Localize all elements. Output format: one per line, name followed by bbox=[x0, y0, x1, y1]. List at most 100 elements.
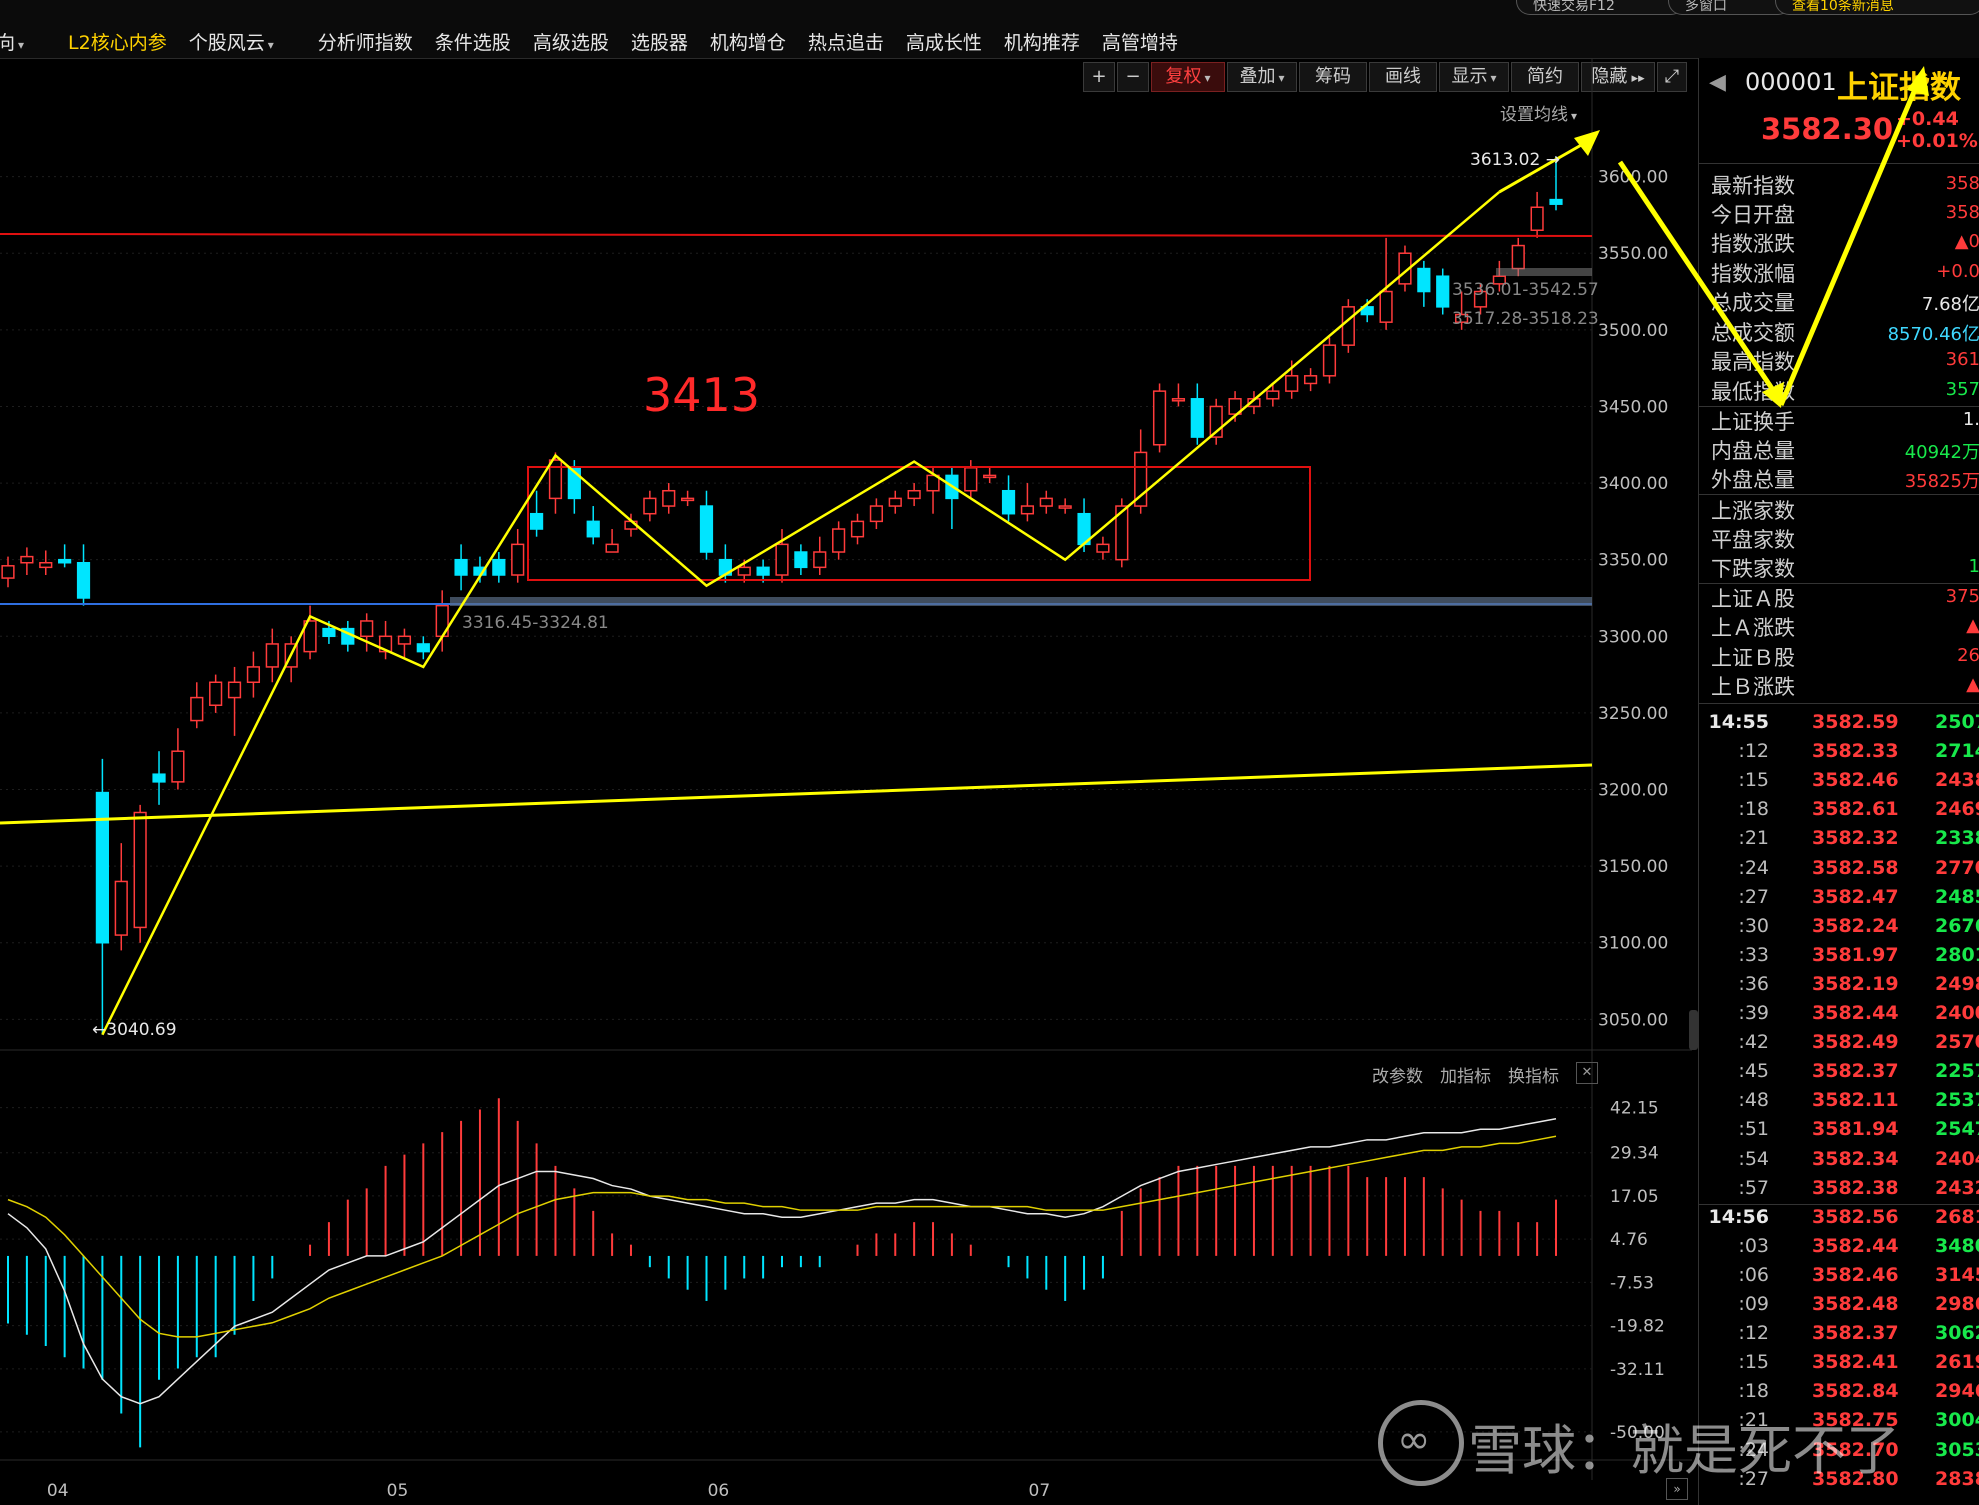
tick-time: :15 bbox=[1738, 1351, 1769, 1374]
indicator-tick-label: 17.05 bbox=[1610, 1187, 1659, 1207]
candle-down bbox=[322, 627, 336, 638]
candle-down bbox=[1001, 489, 1016, 515]
price-tick-label: 3500.00 bbox=[1598, 321, 1668, 341]
candle-up bbox=[1303, 375, 1318, 385]
tick-row: :12 3582.37 3062 bbox=[1699, 1322, 1979, 1351]
tick-price: 3582.49 bbox=[1812, 1031, 1899, 1054]
tick-time: :42 bbox=[1738, 1031, 1769, 1054]
stat-value: 1 bbox=[1968, 556, 1979, 577]
tick-volume: 3145 bbox=[1935, 1263, 1979, 1286]
tick-volume: 2404 bbox=[1935, 1147, 1979, 1170]
candle-up bbox=[1058, 505, 1072, 509]
stat-value: 40942万 bbox=[1904, 442, 1979, 463]
news-notification-button[interactable]: 查看10条新消息 bbox=[1775, 0, 1979, 15]
tick-price: 3582.19 bbox=[1812, 972, 1899, 995]
candle-down bbox=[76, 561, 91, 599]
tick-volume: 2432 bbox=[1935, 1176, 1979, 1199]
stat-value: ▲0 bbox=[1954, 231, 1979, 252]
stock-name: 上证指数 bbox=[1837, 70, 1961, 106]
tick-price: 3582.44 bbox=[1812, 1002, 1899, 1024]
switch-indicator-button[interactable]: 换指标 bbox=[1508, 1062, 1559, 1087]
indicator-tick-label: 4.76 bbox=[1610, 1230, 1648, 1250]
stat-label: 上证Ａ股 bbox=[1711, 587, 1795, 611]
candle-down bbox=[1436, 275, 1450, 308]
tick-time: :24 bbox=[1738, 856, 1769, 879]
candle-up bbox=[1285, 375, 1299, 392]
stat-value: 357 bbox=[1945, 379, 1979, 400]
candle-up bbox=[511, 543, 525, 576]
candle-up bbox=[643, 497, 657, 515]
candle-up bbox=[1096, 543, 1110, 553]
tick-price: 3582.59 bbox=[1812, 711, 1899, 733]
tick-time: :15 bbox=[1738, 769, 1769, 792]
tick-row: :51 3581.94 2547 bbox=[1699, 1118, 1979, 1147]
candle-up bbox=[133, 811, 147, 929]
stat-label: 内盘总量 bbox=[1711, 439, 1795, 463]
tick-row: :33 3581.97 2801 bbox=[1699, 944, 1979, 973]
candle-down bbox=[699, 505, 714, 553]
annotation-number: 3413 bbox=[643, 368, 761, 422]
tick-row: :45 3582.37 2257 bbox=[1699, 1060, 1979, 1089]
tick-time: :12 bbox=[1738, 1322, 1769, 1345]
indicator-tick-label: -19.82 bbox=[1610, 1317, 1665, 1337]
candle-up bbox=[888, 497, 902, 507]
tick-time: :18 bbox=[1738, 1380, 1769, 1403]
tick-volume: 2485 bbox=[1935, 885, 1979, 908]
tick-row: :24 3582.58 2770 bbox=[1699, 857, 1979, 886]
close-indicator-icon[interactable]: ✕ bbox=[1576, 1062, 1598, 1084]
tick-price: 3581.94 bbox=[1812, 1118, 1899, 1141]
resistance-line bbox=[0, 233, 1593, 237]
tick-row: :57 3582.38 2432 bbox=[1699, 1177, 1979, 1206]
time-tick-label: 07 bbox=[1029, 1481, 1051, 1501]
stat-label: 上证Ｂ股 bbox=[1711, 646, 1795, 670]
tick-price: 3582.56 bbox=[1812, 1205, 1899, 1228]
stat-label: 指数涨幅 bbox=[1711, 262, 1795, 286]
tick-row: :39 3582.44 2400 bbox=[1699, 1002, 1979, 1031]
candle-up bbox=[1530, 206, 1544, 231]
high-price-label: 3613.02 → bbox=[1470, 150, 1560, 170]
candle-up bbox=[775, 543, 789, 576]
tick-time: :54 bbox=[1738, 1147, 1769, 1170]
candle-up bbox=[1322, 344, 1337, 377]
time-axis: 04 05 06 07 bbox=[47, 1481, 1050, 1501]
zigzag-path bbox=[101, 190, 1501, 1036]
tick-row: :12 3582.33 2714 bbox=[1699, 740, 1979, 769]
tick-volume: 2338 bbox=[1935, 827, 1979, 850]
tick-price: 3582.46 bbox=[1812, 1263, 1899, 1286]
candle-down bbox=[95, 791, 109, 944]
kline-chart[interactable]: 3600.00 3550.00 3500.00 3450.00 3400.00 3350.… bbox=[0, 0, 1698, 1505]
price-tick-label: 3550.00 bbox=[1598, 244, 1668, 264]
tick-volume: 2714 bbox=[1935, 740, 1979, 763]
panel-resize-handle[interactable] bbox=[1689, 1010, 1698, 1050]
trend-line-yellow bbox=[0, 763, 1593, 825]
back-arrow-icon[interactable]: ◀ bbox=[1709, 70, 1726, 95]
candle-up bbox=[832, 528, 846, 553]
time-tick-label: 06 bbox=[708, 1481, 730, 1501]
annotation-layer bbox=[0, 130, 1600, 1036]
tick-volume: 2257 bbox=[1935, 1060, 1979, 1083]
macd-layer bbox=[7, 1098, 1557, 1448]
tick-price: 3582.47 bbox=[1812, 885, 1899, 908]
stat-value: 375 bbox=[1945, 586, 1979, 607]
box-label-support: 3316.45-3324.81 bbox=[462, 613, 609, 633]
low-price-label: ←3040.69 bbox=[92, 1020, 177, 1040]
tick-volume: 2469 bbox=[1935, 798, 1979, 821]
stat-value: 8570.46亿 bbox=[1887, 324, 1979, 345]
change-params-button[interactable]: 改参数 bbox=[1372, 1062, 1423, 1087]
quote-panel: ◀ 000001 上证指数 3582.30 +0.44 +0.01% 最新指数 3… bbox=[1698, 58, 1979, 1505]
tick-volume: 3004 bbox=[1935, 1409, 1979, 1432]
tick-volume: 2770 bbox=[1935, 856, 1979, 879]
tick-time: :30 bbox=[1738, 914, 1769, 937]
tick-time: 14:56 bbox=[1708, 1205, 1769, 1228]
tick-volume: 2676 bbox=[1935, 914, 1979, 937]
tick-volume: 3062 bbox=[1935, 1322, 1979, 1345]
tick-volume: 2547 bbox=[1935, 1118, 1979, 1141]
stat-value: ▲ bbox=[1966, 674, 1979, 695]
candle-up bbox=[1171, 398, 1186, 402]
candle-up bbox=[605, 543, 619, 553]
add-indicator-button[interactable]: 加指标 bbox=[1440, 1062, 1491, 1087]
tick-price: 3582.58 bbox=[1812, 856, 1899, 879]
tick-row: :18 3582.84 2946 bbox=[1699, 1380, 1979, 1409]
tick-price: 3582.11 bbox=[1812, 1089, 1899, 1112]
stat-label: 外盘总量 bbox=[1711, 468, 1795, 492]
